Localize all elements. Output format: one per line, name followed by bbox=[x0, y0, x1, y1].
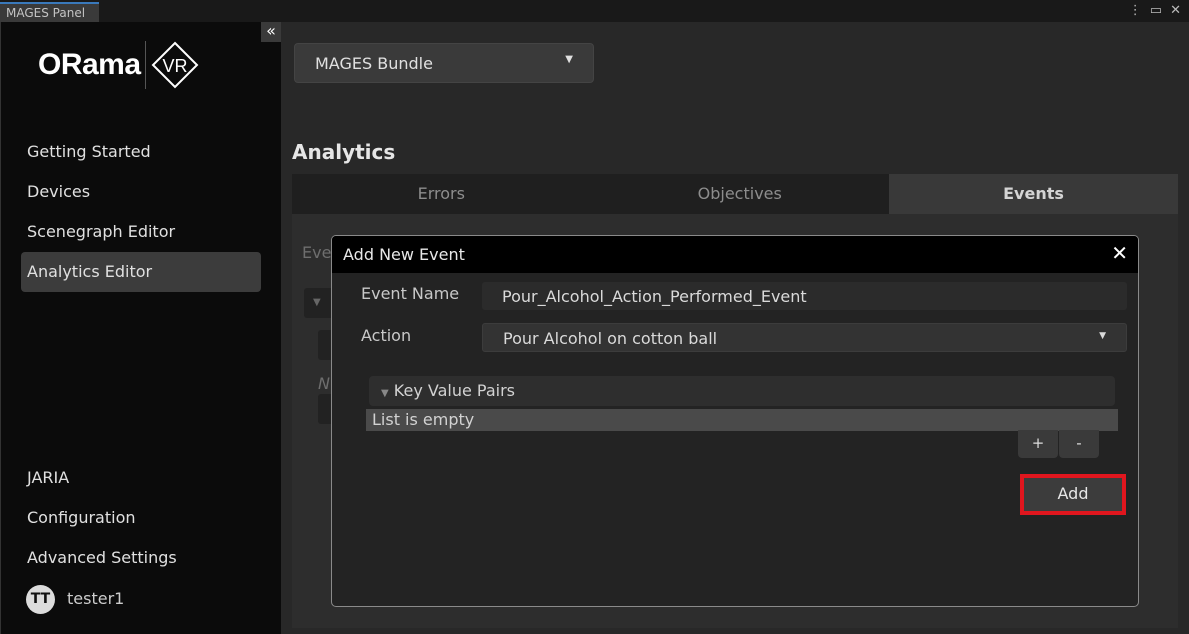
triangle-down-icon: ▼ bbox=[381, 388, 389, 399]
orama-vr-logo: ORama VR bbox=[38, 40, 200, 90]
username: tester1 bbox=[67, 589, 125, 608]
add-button[interactable]: Add bbox=[1024, 478, 1122, 511]
background-italic-label: N bbox=[318, 374, 330, 393]
add-new-event-dialog: Add New Event ✕ Event Name Pour_Alcohol_… bbox=[331, 235, 1139, 607]
close-icon[interactable]: ✕ bbox=[1111, 241, 1128, 265]
title-bar bbox=[0, 0, 1189, 22]
maximize-icon[interactable]: ▭ bbox=[1150, 3, 1162, 18]
dialog-header: Add New Event bbox=[332, 236, 1138, 273]
bundle-value: MAGES Bundle bbox=[315, 54, 433, 73]
event-name-input[interactable]: Pour_Alcohol_Action_Performed_Event bbox=[482, 282, 1127, 310]
sidebar-item-scenegraph-editor[interactable]: Scenegraph Editor bbox=[21, 212, 261, 252]
analytics-tabs: Errors Objectives Events bbox=[292, 174, 1178, 214]
list-empty-row: List is empty bbox=[366, 409, 1118, 431]
remove-item-button[interactable]: - bbox=[1059, 430, 1099, 458]
bundle-dropdown[interactable]: MAGES Bundle ▼ bbox=[294, 43, 594, 83]
key-value-pairs-foldout[interactable]: ▼ Key Value Pairs bbox=[369, 376, 1115, 406]
action-value: Pour Alcohol on cotton ball bbox=[503, 329, 718, 348]
logo-text: ORama bbox=[38, 48, 141, 81]
sidebar-item-getting-started[interactable]: Getting Started bbox=[21, 132, 261, 172]
vr-diamond-icon: VR bbox=[151, 41, 198, 89]
action-label: Action bbox=[361, 326, 412, 345]
avatar[interactable]: TT bbox=[26, 585, 55, 614]
sidebar-item-devices[interactable]: Devices bbox=[21, 172, 261, 212]
window-tab[interactable]: MAGES Panel bbox=[0, 2, 99, 22]
close-icon[interactable]: ✕ bbox=[1170, 3, 1181, 18]
add-button-highlight: Add bbox=[1020, 474, 1126, 515]
action-dropdown[interactable]: Pour Alcohol on cotton ball ▼ bbox=[482, 323, 1127, 352]
add-item-button[interactable]: + bbox=[1018, 430, 1058, 458]
svg-text:VR: VR bbox=[162, 56, 187, 76]
dialog-title: Add New Event bbox=[343, 245, 465, 264]
background-label: Eve bbox=[302, 243, 332, 262]
section-title: Analytics bbox=[292, 140, 396, 164]
sidebar-item-analytics-editor[interactable]: Analytics Editor bbox=[21, 252, 261, 292]
chevron-down-icon: ▼ bbox=[1099, 331, 1106, 341]
event-name-label: Event Name bbox=[361, 284, 460, 303]
collapse-sidebar-icon[interactable]: « bbox=[261, 22, 281, 42]
tab-errors[interactable]: Errors bbox=[292, 174, 591, 214]
key-value-pairs-label: Key Value Pairs bbox=[393, 381, 516, 400]
sidebar-item-configuration[interactable]: Configuration bbox=[21, 498, 261, 538]
sidebar-item-jaria[interactable]: JARIA bbox=[21, 458, 261, 498]
sidebar-item-advanced-settings[interactable]: Advanced Settings bbox=[21, 538, 261, 578]
chevron-down-icon: ▼ bbox=[565, 54, 573, 65]
tab-events[interactable]: Events bbox=[889, 174, 1178, 214]
kebab-icon[interactable]: ⋮ bbox=[1129, 3, 1142, 18]
tab-objectives[interactable]: Objectives bbox=[591, 174, 890, 214]
window-controls: ⋮ ▭ ✕ bbox=[1129, 3, 1181, 18]
logo-divider bbox=[144, 41, 146, 89]
